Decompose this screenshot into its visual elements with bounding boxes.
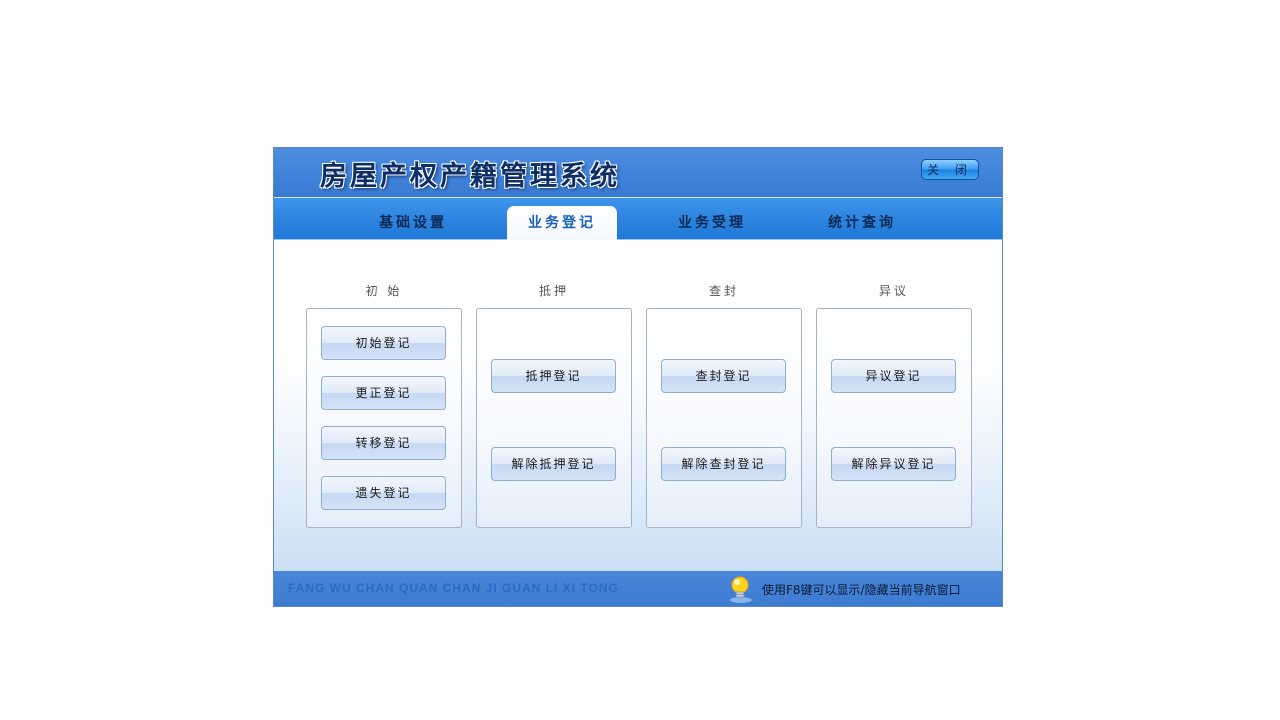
group-mortgage: 抵押登记 解除抵押登记 [476, 308, 632, 528]
tab-business-registration[interactable]: 业务登记 [507, 206, 617, 240]
tab-bar: 基础设置 业务登记 业务受理 统计查询 [274, 198, 1002, 240]
app-title: 房屋产权产籍管理系统 [320, 161, 620, 192]
title-bar: 房屋产权产籍管理系统 关 闭 [274, 148, 1002, 198]
tab-basic-settings[interactable]: 基础设置 [358, 206, 468, 239]
seizure-registration-button[interactable]: 查封登记 [661, 359, 786, 393]
group-seizure: 查封登记 解除查封登记 [646, 308, 802, 528]
group-objection: 异议登记 解除异议登记 [816, 308, 972, 528]
group-title-initial: 初 始 [365, 284, 403, 298]
correction-registration-button[interactable]: 更正登记 [321, 376, 446, 410]
close-button[interactable]: 关 闭 [921, 159, 979, 180]
objection-registration-button[interactable]: 异议登记 [831, 359, 956, 393]
pinyin-caption: FANG WU CHAN QUAN CHAN JI GUAN LI XI TON… [288, 581, 619, 595]
group-title-seizure: 查封 [708, 284, 739, 298]
f8-hint-text: 使用F8键可以显示/隐藏当前导航窗口 [762, 583, 961, 597]
group-initial: 初始登记 更正登记 转移登记 遗失登记 [306, 308, 462, 528]
loss-registration-button[interactable]: 遗失登记 [321, 476, 446, 510]
initial-registration-button[interactable]: 初始登记 [321, 326, 446, 360]
transfer-registration-button[interactable]: 转移登记 [321, 426, 446, 460]
content-area: 初 始 初始登记 更正登记 转移登记 遗失登记 抵押 抵押登记 解除抵押登记 查… [274, 240, 1002, 573]
release-seizure-button[interactable]: 解除查封登记 [661, 447, 786, 481]
main-window: 房屋产权产籍管理系统 关 闭 基础设置 业务登记 业务受理 统计查询 初 始 初… [273, 147, 1003, 607]
group-title-objection: 异议 [878, 284, 909, 298]
release-mortgage-button[interactable]: 解除抵押登记 [491, 447, 616, 481]
tab-statistics-query[interactable]: 统计查询 [807, 206, 917, 239]
footer-bar: FANG WU CHAN QUAN CHAN JI GUAN LI XI TON… [274, 571, 1002, 606]
tab-business-acceptance[interactable]: 业务受理 [657, 206, 767, 239]
release-objection-button[interactable]: 解除异议登记 [831, 447, 956, 481]
lightbulb-icon [730, 576, 752, 603]
mortgage-registration-button[interactable]: 抵押登记 [491, 359, 616, 393]
group-title-mortgage: 抵押 [538, 284, 569, 298]
